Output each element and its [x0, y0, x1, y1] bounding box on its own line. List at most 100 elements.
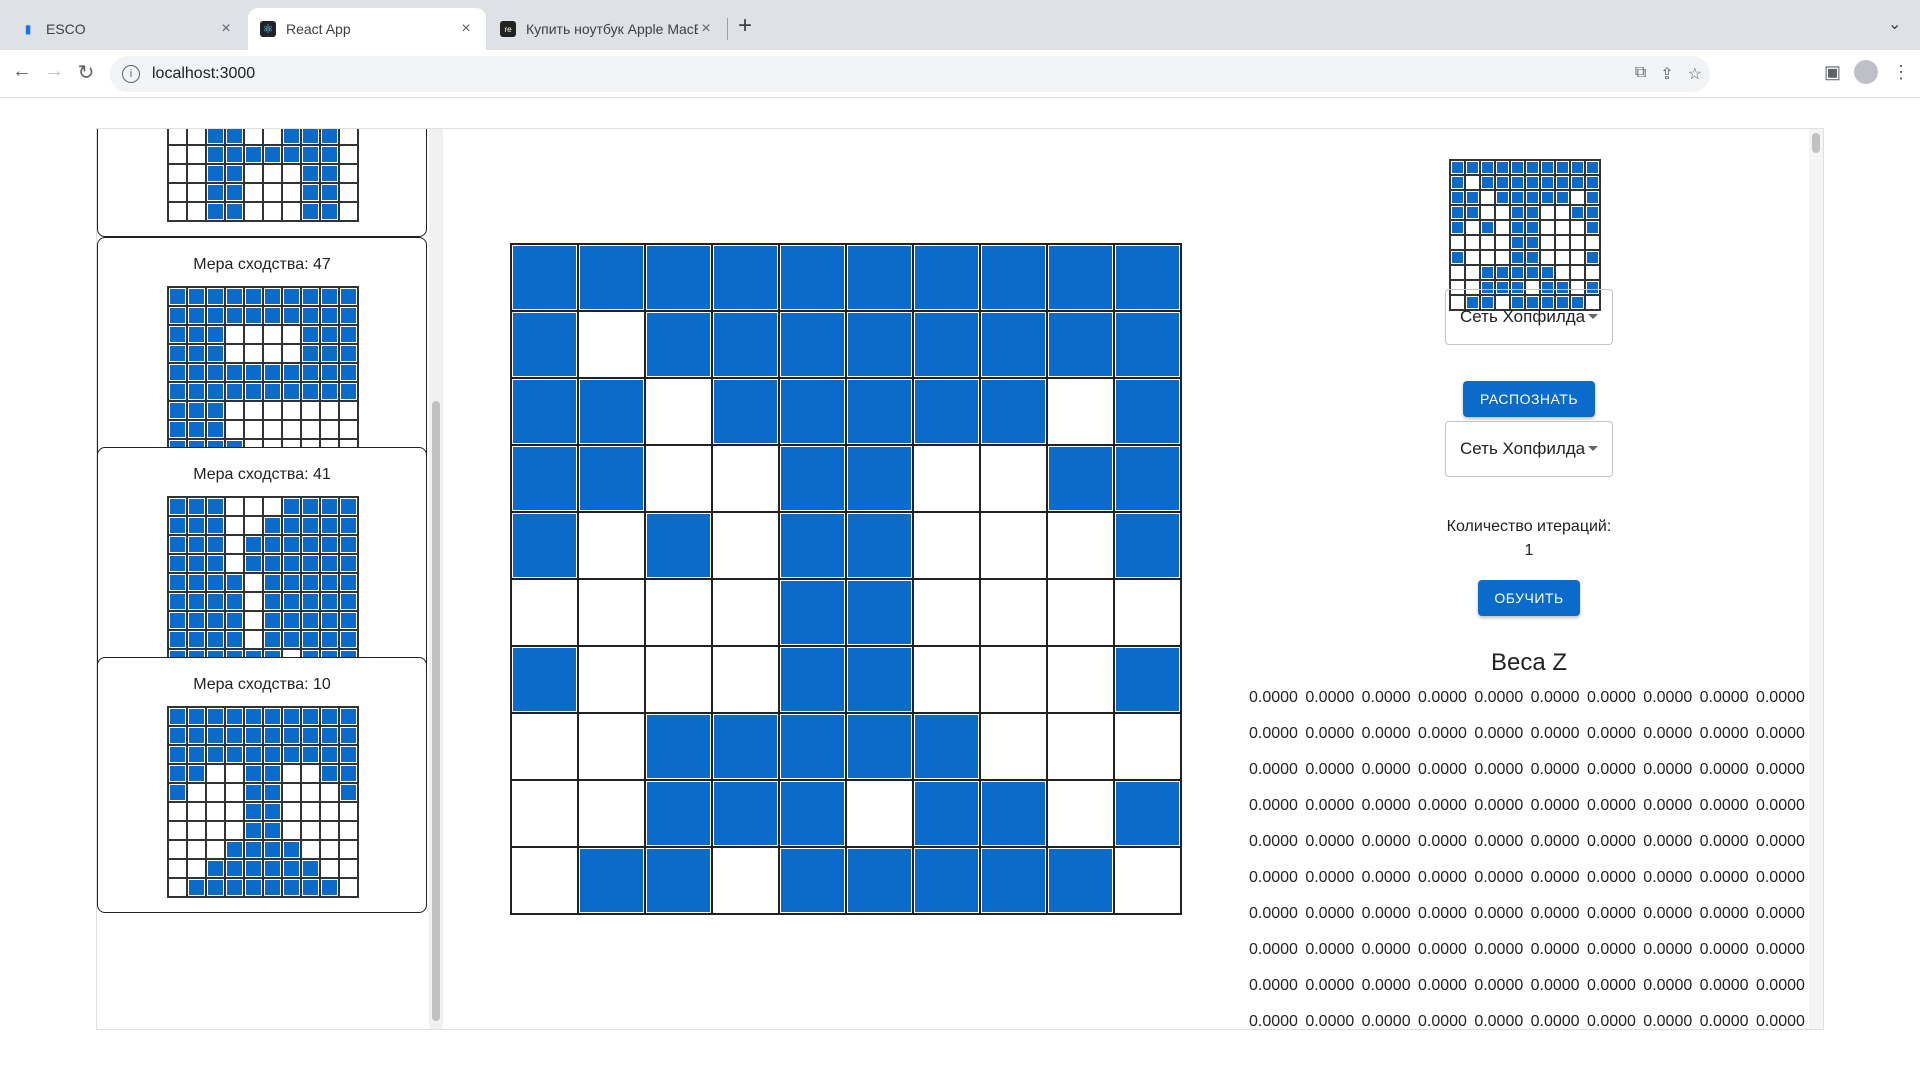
grid-cell[interactable]: [578, 244, 645, 311]
grid-cell[interactable]: [578, 780, 645, 847]
reload-icon[interactable]: ↻: [72, 60, 100, 85]
close-icon[interactable]: ×: [698, 20, 714, 38]
grid-cell[interactable]: [913, 311, 980, 378]
grid-cell[interactable]: [980, 445, 1047, 512]
grid-cell[interactable]: [980, 780, 1047, 847]
grid-cell[interactable]: [511, 244, 578, 311]
grid-cell[interactable]: [1114, 847, 1181, 914]
tab-react-app[interactable]: ⚛ React App ×: [248, 8, 486, 50]
grid-cell[interactable]: [511, 713, 578, 780]
grid-cell[interactable]: [1047, 512, 1114, 579]
grid-cell[interactable]: [779, 378, 846, 445]
grid-cell[interactable]: [846, 378, 913, 445]
grid-cell[interactable]: [578, 512, 645, 579]
grid-cell[interactable]: [846, 780, 913, 847]
grid-cell[interactable]: [913, 847, 980, 914]
grid-cell[interactable]: [846, 311, 913, 378]
grid-cell[interactable]: [578, 378, 645, 445]
grid-cell[interactable]: [578, 713, 645, 780]
grid-cell[interactable]: [1114, 713, 1181, 780]
grid-cell[interactable]: [779, 847, 846, 914]
grid-cell[interactable]: [712, 244, 779, 311]
grid-cell[interactable]: [980, 378, 1047, 445]
pattern-card[interactable]: Мера сходства: 10: [97, 657, 427, 913]
grid-cell[interactable]: [779, 713, 846, 780]
grid-cell[interactable]: [511, 780, 578, 847]
grid-cell[interactable]: [1114, 579, 1181, 646]
grid-cell[interactable]: [779, 445, 846, 512]
grid-cell[interactable]: [511, 512, 578, 579]
drawing-grid[interactable]: [510, 243, 1182, 915]
grid-cell[interactable]: [578, 847, 645, 914]
grid-cell[interactable]: [578, 579, 645, 646]
train-network-select[interactable]: Сеть Хопфилда: [1445, 421, 1613, 477]
grid-cell[interactable]: [779, 646, 846, 713]
grid-cell[interactable]: [1114, 445, 1181, 512]
grid-cell[interactable]: [712, 378, 779, 445]
grid-cell[interactable]: [980, 847, 1047, 914]
grid-cell[interactable]: [846, 579, 913, 646]
grid-cell[interactable]: [511, 378, 578, 445]
grid-cell[interactable]: [1047, 378, 1114, 445]
grid-cell[interactable]: [913, 713, 980, 780]
grid-cell[interactable]: [913, 579, 980, 646]
pattern-card[interactable]: [97, 129, 427, 237]
translate-icon[interactable]: ⧉: [1635, 64, 1646, 84]
profile-avatar[interactable]: [1854, 60, 1878, 84]
grid-cell[interactable]: [1114, 780, 1181, 847]
grid-cell[interactable]: [1047, 780, 1114, 847]
grid-cell[interactable]: [980, 713, 1047, 780]
iterations-value[interactable]: 1: [1429, 542, 1629, 560]
grid-cell[interactable]: [712, 445, 779, 512]
site-info-icon[interactable]: i: [122, 65, 140, 83]
grid-cell[interactable]: [645, 445, 712, 512]
grid-cell[interactable]: [1047, 847, 1114, 914]
grid-cell[interactable]: [645, 378, 712, 445]
train-button[interactable]: ОБУЧИТЬ: [1478, 580, 1580, 616]
grid-cell[interactable]: [846, 713, 913, 780]
grid-cell[interactable]: [779, 512, 846, 579]
grid-cell[interactable]: [913, 445, 980, 512]
grid-cell[interactable]: [645, 646, 712, 713]
grid-cell[interactable]: [511, 847, 578, 914]
grid-cell[interactable]: [645, 311, 712, 378]
side-panel-icon[interactable]: ▣: [1824, 62, 1841, 83]
address-bar[interactable]: i localhost:3000 ⧉ ⇪ ☆: [110, 56, 1710, 92]
kebab-menu-icon[interactable]: ⋮: [1892, 62, 1910, 83]
forward-icon[interactable]: →: [40, 60, 68, 83]
grid-cell[interactable]: [980, 579, 1047, 646]
grid-cell[interactable]: [645, 713, 712, 780]
grid-cell[interactable]: [645, 579, 712, 646]
grid-cell[interactable]: [712, 780, 779, 847]
grid-cell[interactable]: [1047, 713, 1114, 780]
grid-cell[interactable]: [913, 780, 980, 847]
grid-cell[interactable]: [511, 445, 578, 512]
grid-cell[interactable]: [578, 311, 645, 378]
saved-patterns-panel[interactable]: Мера сходства: 47 Мера сходства: 41 Мера с…: [97, 129, 443, 1029]
right-scrollbar[interactable]: [1809, 129, 1823, 1029]
grid-cell[interactable]: [980, 244, 1047, 311]
tab-esco[interactable]: ▮ ESCO ×: [8, 8, 246, 50]
tab-search-chevron-icon[interactable]: ⌄: [1888, 14, 1901, 34]
grid-cell[interactable]: [645, 847, 712, 914]
bookmark-star-icon[interactable]: ☆: [1688, 64, 1702, 84]
left-scrollbar[interactable]: [429, 129, 443, 1029]
grid-cell[interactable]: [980, 311, 1047, 378]
grid-cell[interactable]: [511, 579, 578, 646]
grid-cell[interactable]: [511, 646, 578, 713]
grid-cell[interactable]: [913, 646, 980, 713]
grid-cell[interactable]: [846, 244, 913, 311]
grid-cell[interactable]: [578, 646, 645, 713]
grid-cell[interactable]: [645, 780, 712, 847]
grid-cell[interactable]: [980, 512, 1047, 579]
grid-cell[interactable]: [779, 244, 846, 311]
left-scrollbar-thumb[interactable]: [432, 401, 440, 1021]
grid-cell[interactable]: [1114, 378, 1181, 445]
grid-cell[interactable]: [645, 244, 712, 311]
grid-cell[interactable]: [913, 244, 980, 311]
back-icon[interactable]: ←: [8, 60, 36, 83]
right-scrollbar-thumb[interactable]: [1812, 133, 1820, 153]
grid-cell[interactable]: [1047, 311, 1114, 378]
tab-macbook-store[interactable]: re Купить ноутбук Apple MacBook ×: [488, 8, 726, 50]
grid-cell[interactable]: [846, 646, 913, 713]
